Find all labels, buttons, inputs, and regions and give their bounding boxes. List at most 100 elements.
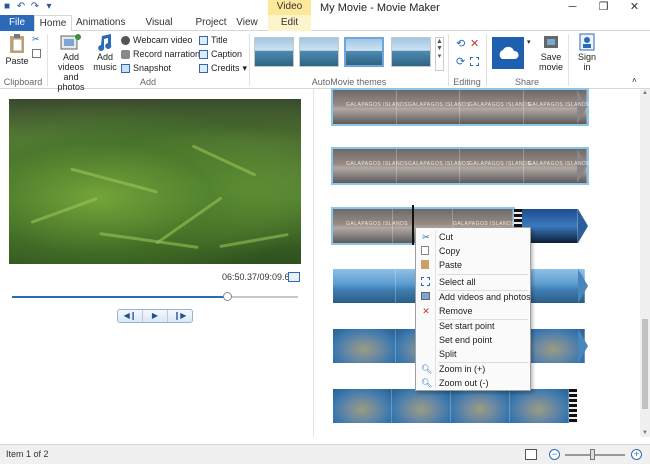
menu-item-paste[interactable]: Paste	[418, 258, 528, 272]
clip-caption: GALAPAGOS ISLANDS	[346, 102, 409, 108]
menu-item-label: Remove	[439, 306, 473, 316]
storyboard-scrollbar[interactable]: ▲ ▼	[640, 89, 650, 437]
themes-group-label: AutoMovie themes	[311, 77, 387, 87]
add-videos-label-1: Add videos	[57, 52, 84, 72]
tab-view[interactable]: View	[232, 15, 262, 31]
paste-button[interactable]: Paste	[4, 33, 30, 66]
close-icon[interactable]: ✕	[619, 0, 650, 15]
menu-item-select-all[interactable]: Select all	[418, 275, 528, 289]
menu-item-zoom-in[interactable]: 🔍︎ Zoom in (+)	[418, 362, 528, 376]
webcam-label: Webcam video	[133, 35, 193, 45]
status-item-count: Item 1 of 2	[6, 449, 49, 459]
menu-item-zoom-out[interactable]: 🔍︎ Zoom out (-)	[418, 376, 528, 390]
credits-button[interactable]: Credits ▾	[199, 63, 247, 74]
window-title: My Movie - Movie Maker	[320, 2, 440, 14]
storyboard-clip-row-6[interactable]	[333, 389, 569, 423]
ribbon-tabs: File Home Animations Visual Effects Proj…	[0, 15, 650, 43]
customize-icon[interactable]: ▾	[44, 2, 54, 12]
theme-thumbnail-1[interactable]	[254, 37, 294, 67]
credits-label: Credits	[211, 63, 240, 73]
paste-label: Paste	[5, 56, 29, 66]
zoom-in-icon[interactable]: +	[631, 449, 642, 460]
playhead-marker[interactable]	[412, 205, 414, 245]
storyboard-view-icon[interactable]	[525, 449, 537, 460]
seek-bar[interactable]	[12, 296, 298, 298]
clip-caption: GALAPAGOS ISLANDS	[528, 102, 591, 108]
undo-icon[interactable]: ↶	[16, 2, 26, 12]
tab-edit[interactable]: Edit	[268, 15, 311, 31]
menu-item-add-videos-and-photos[interactable]: Add videos and photos	[418, 290, 531, 304]
menu-item-copy[interactable]: Copy	[418, 244, 528, 258]
cut-icon: ✂	[422, 232, 430, 242]
share-gallery-more[interactable]: ▾	[527, 37, 531, 48]
scissors-icon: ✂	[32, 34, 40, 44]
rotate-left-button[interactable]: ⟲	[456, 39, 465, 50]
play-icon[interactable]: ▶	[143, 310, 168, 322]
caption-button[interactable]: Caption	[199, 49, 242, 60]
menu-item-set-end-point[interactable]: Set end point	[418, 333, 528, 347]
select-all-button[interactable]	[470, 57, 479, 66]
fern-frond	[155, 196, 223, 245]
tab-home[interactable]: Home	[34, 15, 72, 32]
copy-icon	[421, 246, 429, 255]
tab-animations[interactable]: Animations	[76, 15, 125, 31]
ribbon: Paste ✂ Clipboard Add videos and photos …	[0, 31, 650, 92]
add-music-label-2: music	[93, 62, 117, 72]
webcam-icon	[121, 36, 130, 45]
onedrive-share-button[interactable]	[492, 37, 524, 69]
sign-in-button[interactable]: Sign in	[574, 33, 600, 72]
tab-file[interactable]: File	[0, 15, 34, 31]
webcam-video-button[interactable]: Webcam video	[121, 35, 192, 46]
fern-frond	[99, 232, 199, 249]
tab-visual-effects[interactable]: Visual Effects	[130, 15, 188, 43]
theme-thumbnail-2[interactable]	[299, 37, 339, 67]
save-movie-button[interactable]: Save movie	[537, 33, 565, 72]
minimize-icon[interactable]: ─	[557, 0, 588, 15]
share-group-label: Share	[514, 77, 540, 87]
redo-icon[interactable]: ↷	[30, 2, 40, 12]
remove-button[interactable]: ✕	[470, 39, 479, 50]
add-music-label-1: Add	[96, 52, 113, 62]
add-music-button[interactable]: Add music	[92, 33, 118, 72]
paste-icon	[10, 34, 24, 53]
seek-thumb[interactable]	[222, 292, 232, 301]
chevron-down-icon: ▾	[242, 63, 248, 73]
video-preview[interactable]	[9, 99, 301, 264]
clip-frame	[522, 329, 585, 363]
copy-button[interactable]	[32, 49, 41, 58]
menu-item-label: Zoom out (-)	[439, 378, 489, 388]
clip-frame	[522, 269, 585, 303]
narration-label: Record narration	[133, 49, 201, 59]
scroll-up-icon[interactable]: ▲	[640, 90, 650, 96]
zoom-out-icon[interactable]: −	[549, 449, 560, 460]
title-icon	[199, 36, 208, 45]
next-frame-icon[interactable]: ❙▶	[168, 310, 192, 322]
snapshot-button[interactable]: Snapshot	[121, 63, 171, 74]
themes-gallery-scroll[interactable]: ▲ ▼ ▾	[435, 37, 444, 71]
menu-item-set-start-point[interactable]: Set start point	[418, 319, 528, 333]
sign-in-label-2: in	[583, 62, 591, 72]
tab-project[interactable]: Project	[193, 15, 229, 31]
rotate-right-button[interactable]: ⟳	[456, 57, 465, 68]
theme-thumbnail-3[interactable]	[344, 37, 384, 67]
zoom-slider-thumb[interactable]	[590, 449, 596, 460]
menu-item-remove[interactable]: ✕ Remove	[418, 304, 528, 318]
scrollbar-thumb[interactable]	[642, 319, 648, 409]
collapse-ribbon-button[interactable]: ˄	[632, 75, 637, 86]
clip-frame	[333, 329, 396, 363]
cut-button[interactable]: ✂	[32, 35, 41, 44]
previous-frame-icon[interactable]: ◀❙	[118, 310, 143, 322]
menu-item-split[interactable]: Split	[418, 347, 528, 361]
music-note-icon	[98, 34, 112, 51]
restore-icon[interactable]: ❐	[588, 0, 619, 15]
credits-icon	[199, 64, 208, 73]
scroll-down-icon[interactable]: ▼	[640, 430, 650, 436]
fullscreen-icon[interactable]	[288, 272, 300, 282]
menu-item-label: Split	[439, 349, 457, 359]
record-narration-button[interactable]: Record narration▾	[121, 49, 208, 60]
title-button[interactable]: Title	[199, 35, 228, 46]
theme-thumbnail-4[interactable]	[391, 37, 431, 67]
save-icon[interactable]: ■	[2, 2, 12, 12]
menu-item-cut[interactable]: ✂ Cut	[418, 230, 528, 244]
menu-item-label: Set start point	[439, 321, 495, 331]
